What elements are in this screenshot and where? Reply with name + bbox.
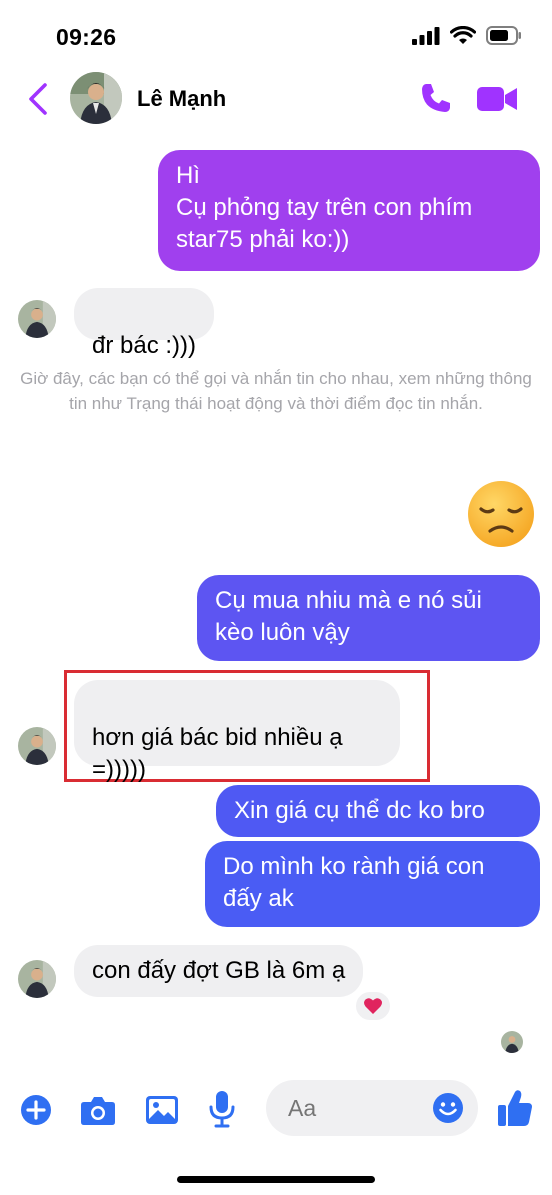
image-icon[interactable] xyxy=(145,1094,179,1126)
sender-avatar[interactable] xyxy=(18,960,56,998)
message-composer xyxy=(0,1080,552,1140)
contact-avatar[interactable] xyxy=(70,72,122,124)
status-icons xyxy=(412,26,522,45)
message-input-field[interactable] xyxy=(266,1080,478,1136)
message-text: Hì Cụ phỏng tay trên con phím star75 phả… xyxy=(176,162,473,253)
status-bar: 09:26 xyxy=(0,0,552,70)
conversation-header: Lê Mạnh xyxy=(0,70,552,130)
sender-avatar[interactable] xyxy=(18,300,56,338)
video-camera-icon[interactable] xyxy=(476,84,518,114)
battery-icon xyxy=(486,26,521,45)
contact-name[interactable]: Lê Mạnh xyxy=(137,86,226,112)
disappointed-face-emoji[interactable] xyxy=(466,479,536,549)
system-notice: Giờ đây, các bạn có thể gọi và nhắn tin … xyxy=(20,369,532,413)
outgoing-message[interactable]: Cụ mua nhiu mà e nó sủi kèo luôn vậy xyxy=(197,575,540,661)
message-text: Xin giá cụ thể dc ko bro xyxy=(234,797,485,824)
message-text: Cụ mua nhiu mà e nó sủi kèo luôn vậy xyxy=(215,587,482,646)
thumbs-up-icon[interactable] xyxy=(497,1088,533,1128)
microphone-icon[interactable] xyxy=(208,1090,236,1128)
message-text: đr bác :))) xyxy=(92,332,197,359)
outgoing-message[interactable]: Hì Cụ phỏng tay trên con phím star75 phả… xyxy=(158,150,540,271)
outgoing-message[interactable]: Xin giá cụ thể dc ko bro xyxy=(216,785,540,837)
heart-icon xyxy=(364,998,382,1014)
message-text: Do mình ko rành giá con đấy ak xyxy=(223,853,485,912)
wifi-icon xyxy=(450,26,476,44)
cellular-signal-icon xyxy=(412,26,440,45)
message-input[interactable] xyxy=(288,1092,428,1124)
home-indicator xyxy=(177,1176,375,1183)
back-icon[interactable] xyxy=(24,82,52,116)
incoming-message[interactable]: con đấy đợt GB là 6m ạ xyxy=(74,945,364,997)
sender-avatar[interactable] xyxy=(18,727,56,765)
phone-icon[interactable] xyxy=(418,80,454,116)
incoming-message[interactable]: đr bác :))) xyxy=(74,288,215,359)
incoming-message[interactable]: hơn giá bác bid nhiều ạ =))))) xyxy=(74,680,400,783)
emoji-icon[interactable] xyxy=(432,1092,464,1124)
heart-reaction[interactable] xyxy=(354,990,392,1022)
status-time: 09:26 xyxy=(56,24,117,50)
message-text: con đấy đợt GB là 6m ạ xyxy=(92,957,346,984)
camera-icon[interactable] xyxy=(80,1094,116,1126)
outgoing-message[interactable]: Do mình ko rành giá con đấy ak xyxy=(205,841,540,927)
plus-icon[interactable] xyxy=(20,1094,52,1126)
seen-receipt-avatar xyxy=(501,1031,523,1053)
